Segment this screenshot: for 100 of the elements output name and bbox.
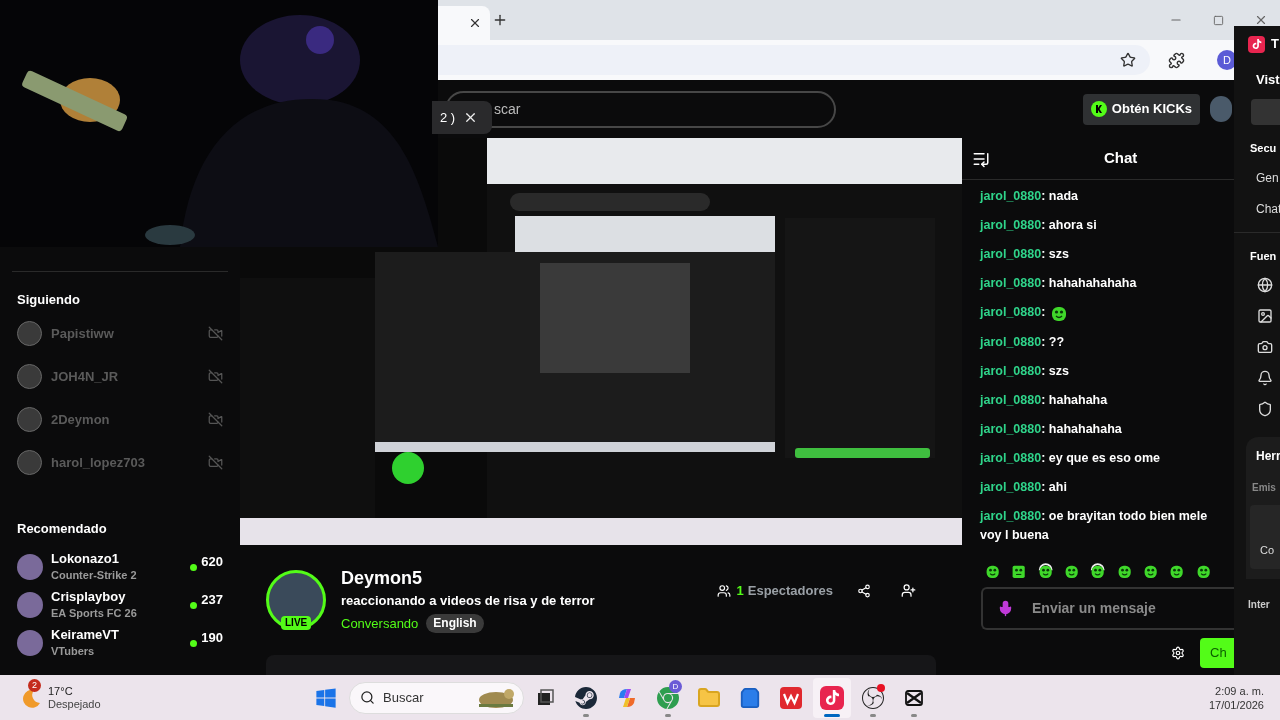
settings-icon[interactable] xyxy=(1171,645,1185,660)
emote-icon xyxy=(1089,561,1107,581)
close-icon[interactable] xyxy=(468,16,482,30)
chat-message: jarol_0880: ahi xyxy=(980,479,1068,496)
chat-message: jarol_0880: oe brayitan todo bien mele voy l buena xyxy=(980,508,1209,544)
tiktok-icon xyxy=(820,685,844,710)
viewer-count: 190 xyxy=(201,629,223,647)
chat-message: jarol_0880: hahahahahaha xyxy=(980,275,1138,292)
scene-item[interactable]: Gen xyxy=(1234,169,1280,187)
profile-badge: D xyxy=(669,679,682,693)
viewer-count: 237 xyxy=(201,591,223,609)
channel-name: JOH4N_JR xyxy=(51,367,119,386)
tiktok-icon xyxy=(1248,35,1265,53)
channel-name: Papistiww xyxy=(51,324,114,343)
share-icon[interactable] xyxy=(857,583,871,598)
channel-avatar xyxy=(17,407,42,432)
image-icon[interactable] xyxy=(1257,307,1273,324)
chat-message: jarol_0880: hahahahaha xyxy=(980,421,1123,438)
channel-name: KeirameVT xyxy=(51,627,119,643)
camera-icon[interactable] xyxy=(1257,338,1273,355)
extensions-icon[interactable] xyxy=(1168,51,1185,69)
channel-avatar xyxy=(17,554,43,580)
taskbar-search-field[interactable]: Buscar xyxy=(349,681,524,714)
live-badge: LIVE xyxy=(281,616,312,630)
recommended-channel[interactable]: KeirameVT VTubers 190 xyxy=(0,628,240,658)
chat-message: jarol_0880: nada xyxy=(980,188,1079,205)
clock-time: 2:09 a. m. xyxy=(1215,683,1264,698)
follow-icon[interactable] xyxy=(901,583,916,599)
viewer-label: Espectadores xyxy=(747,582,833,600)
address-field[interactable] xyxy=(438,45,1150,75)
kick-logo-icon xyxy=(1090,101,1107,117)
panel-label: Emis xyxy=(1251,480,1277,495)
channel-name: harol_lopez703 xyxy=(51,453,145,472)
chat-title: Chat xyxy=(1104,148,1138,169)
section-title: Recomendado xyxy=(17,519,108,538)
chrome-icon xyxy=(657,686,679,709)
window-title: T xyxy=(1271,35,1279,54)
channel-avatar xyxy=(17,592,43,618)
steam-icon xyxy=(575,686,597,709)
chat-message: jarol_0880: szs xyxy=(980,246,1070,263)
chat-message: jarol_0880: xyxy=(980,298,1216,328)
tool-item[interactable]: Co xyxy=(1260,542,1275,559)
viewer-count: 620 xyxy=(201,553,223,571)
channel-category: VTubers xyxy=(51,644,96,659)
category-link[interactable]: Conversando xyxy=(341,614,419,634)
channel-name: Lokonazo1 xyxy=(51,551,120,567)
close-icon[interactable] xyxy=(1254,13,1268,27)
capcut-icon xyxy=(904,687,924,708)
viewer-count: 1 xyxy=(736,582,744,600)
task-view-icon xyxy=(535,687,555,708)
section-title: Herr xyxy=(1255,447,1280,465)
channel-avatar xyxy=(17,364,42,389)
chat-message: jarol_0880: ahora si xyxy=(980,217,1098,234)
weather-temperature: 17°C xyxy=(48,684,74,698)
channel-category: Counter-Strike 2 xyxy=(51,568,137,583)
channel-name: Crisplayboy xyxy=(51,589,127,605)
section-title: Fuen xyxy=(1249,249,1278,264)
stream-title: reaccionando a videos de risa y de terror xyxy=(341,591,595,610)
taskbar-app-button[interactable]: D xyxy=(649,677,687,718)
panel-label: Vist xyxy=(1255,71,1280,89)
channel-name: 2Deymon xyxy=(51,410,110,429)
notification-badge: 2 xyxy=(28,678,41,692)
panel-field[interactable] xyxy=(1251,98,1280,125)
section-title: Siguiendo xyxy=(17,291,81,309)
section-title: Secu xyxy=(1249,140,1278,156)
recommended-channel[interactable]: Lokonazo1 Counter-Strike 2 620 xyxy=(0,552,240,582)
channel-avatar xyxy=(17,321,42,346)
channel-category: EA Sports FC 26 xyxy=(51,606,137,621)
bell-icon[interactable] xyxy=(1257,369,1273,386)
recommended-channel[interactable]: Crisplayboy EA Sports FC 26 237 xyxy=(0,590,240,620)
tag[interactable]: English xyxy=(426,614,484,634)
bookmark-star-icon[interactable] xyxy=(1120,52,1136,68)
offline-icon xyxy=(208,369,223,384)
offline-icon xyxy=(208,326,223,341)
channel-avatar xyxy=(17,450,42,475)
message-field[interactable]: Enviar un mensaje xyxy=(981,587,1234,630)
globe-icon[interactable] xyxy=(1257,276,1273,293)
chat-message: jarol_0880: ?? xyxy=(980,334,1066,351)
emote-icon xyxy=(1036,561,1054,581)
wps-logo-icon xyxy=(780,686,802,709)
folder-icon xyxy=(697,685,721,710)
chat-message: jarol_0880: hahahaha xyxy=(980,392,1109,409)
chat-message: jarol_0880: szs xyxy=(980,363,1070,380)
search-icon xyxy=(360,690,375,705)
viewers-icon xyxy=(716,583,731,598)
channel-avatar xyxy=(17,630,43,656)
new-tab-icon[interactable] xyxy=(492,12,508,28)
user-avatar[interactable] xyxy=(1210,96,1232,122)
send-button[interactable]: Ch xyxy=(1200,637,1234,668)
profile-avatar[interactable]: D xyxy=(1217,50,1237,70)
copilot-icon xyxy=(616,686,638,709)
weather-condition: Despejado xyxy=(48,697,101,711)
get-kicks-button[interactable]: Obtén KICKs xyxy=(1082,93,1200,125)
offline-icon xyxy=(208,455,223,470)
shield-icon[interactable] xyxy=(1257,400,1273,417)
section-title: Inter xyxy=(1247,597,1271,612)
mic-icon[interactable] xyxy=(997,600,1014,617)
maximize-icon[interactable] xyxy=(1213,14,1224,26)
chat-message: jarol_0880: ey que es eso ome xyxy=(980,450,1161,467)
start-icon[interactable] xyxy=(315,686,337,709)
